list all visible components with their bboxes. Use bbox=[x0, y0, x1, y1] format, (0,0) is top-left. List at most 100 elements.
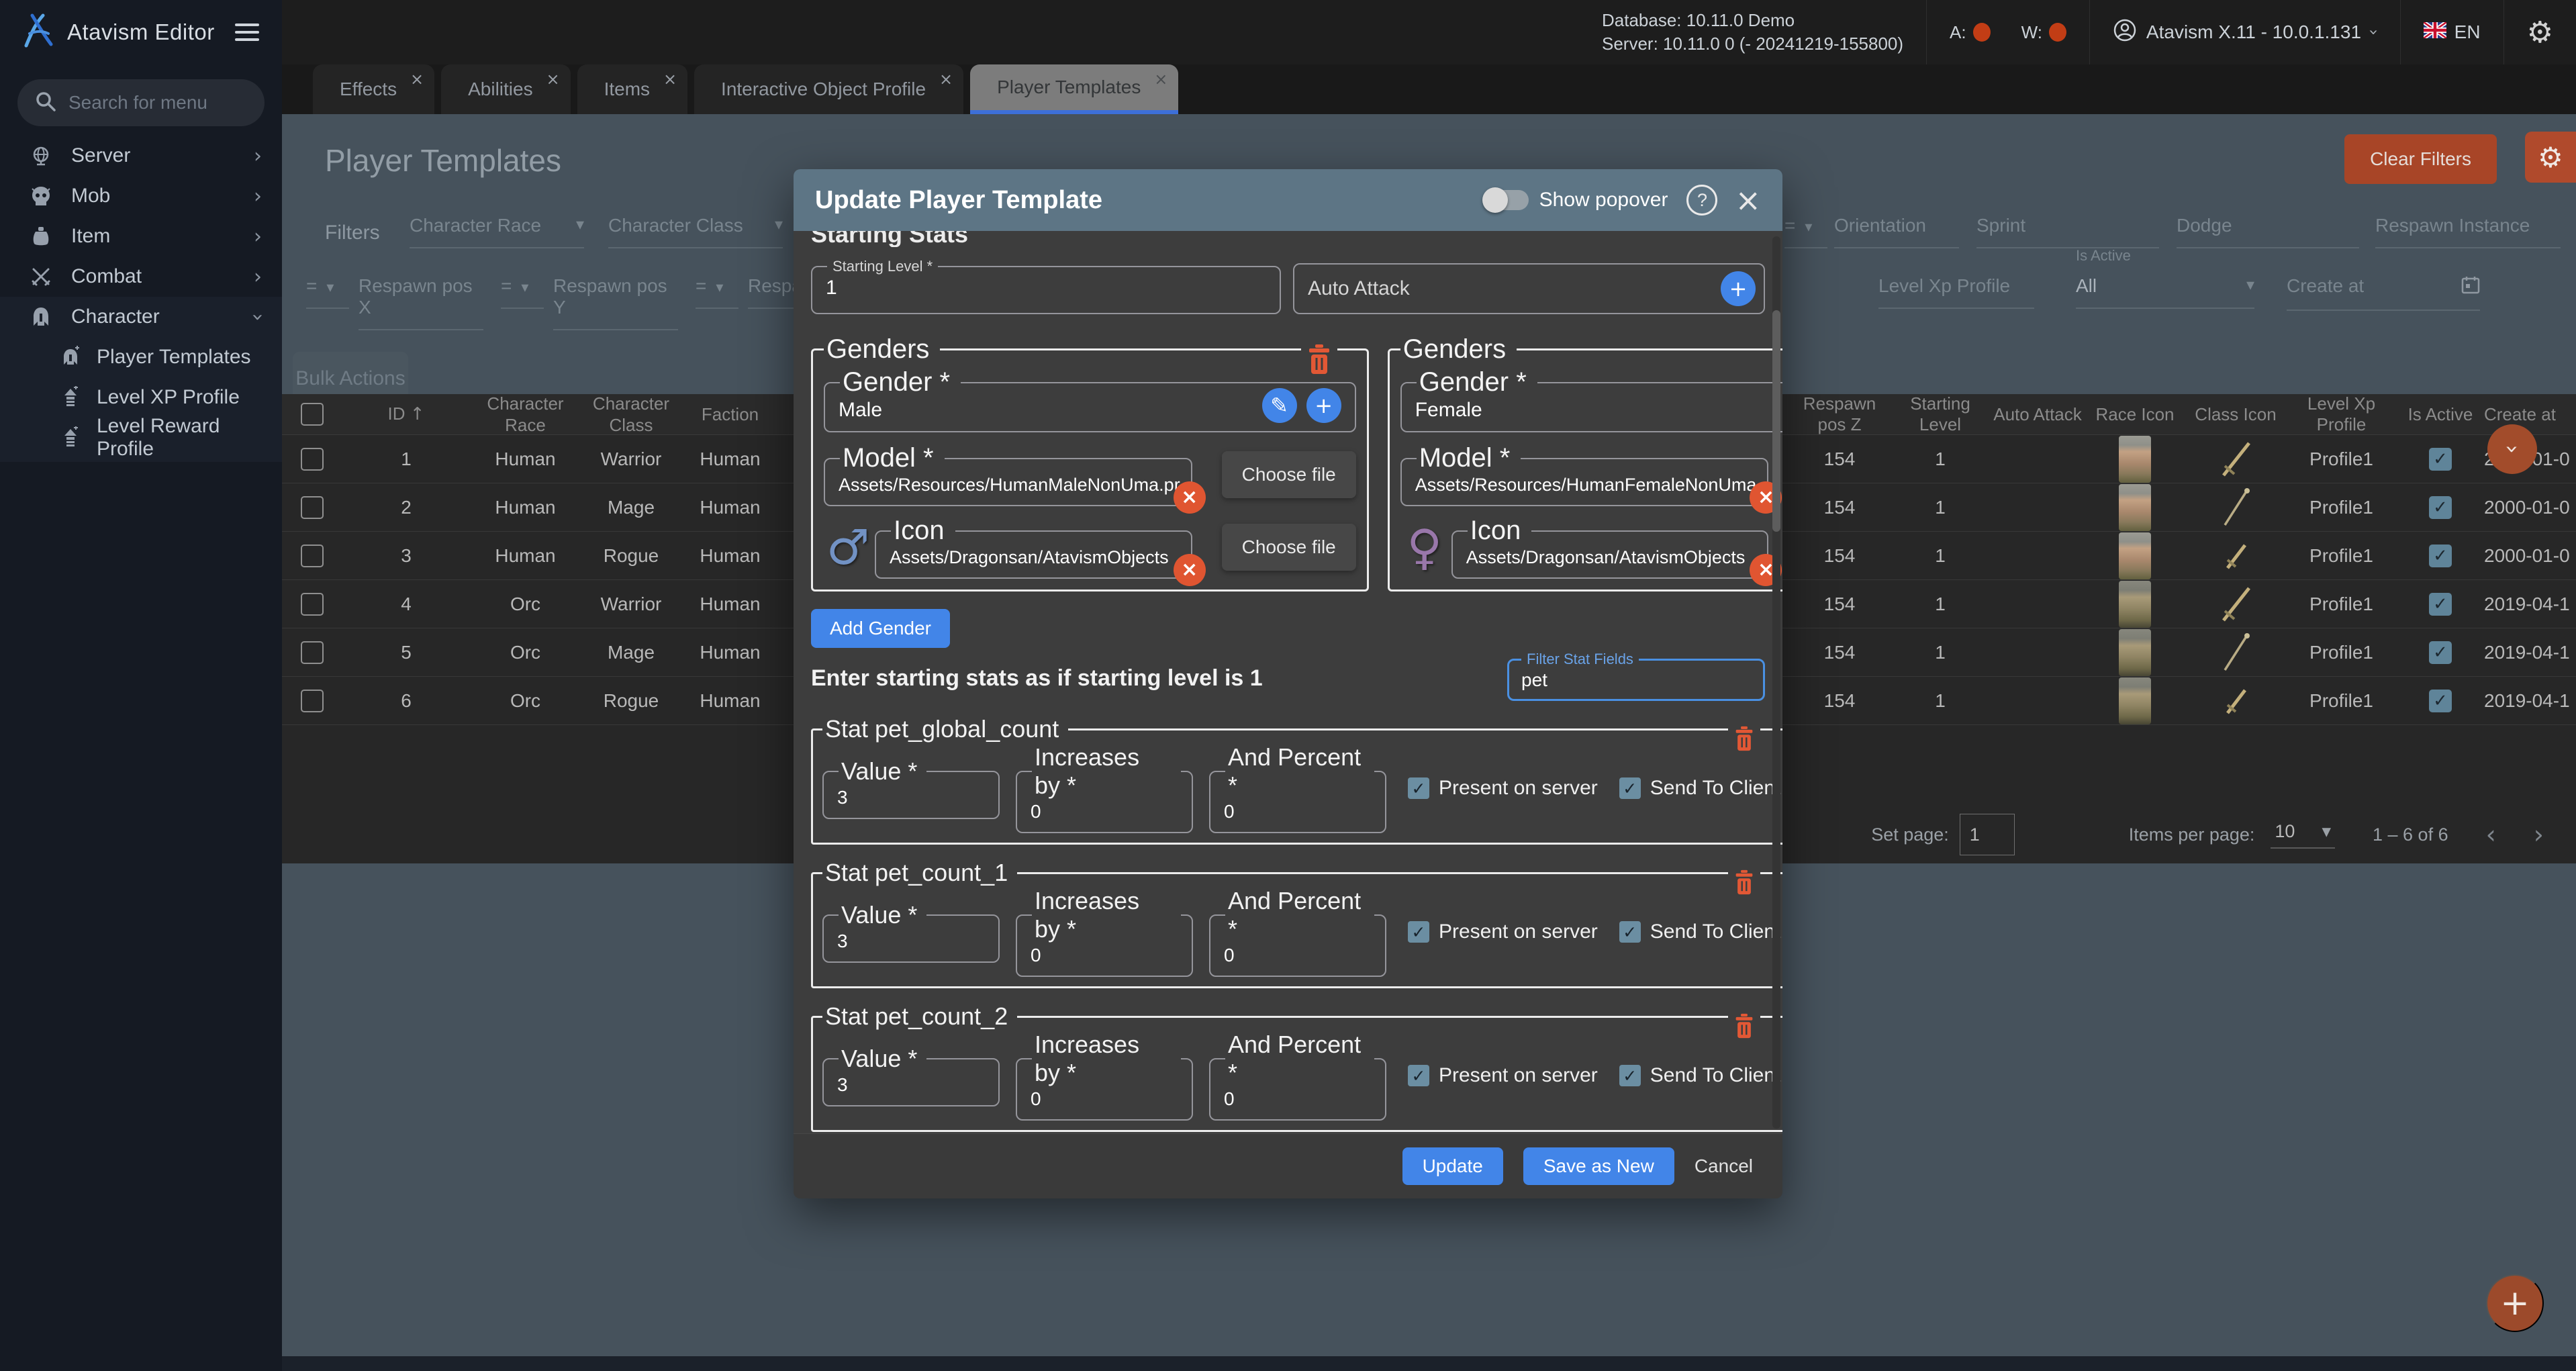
stat-increases-field[interactable]: Increases by *0 bbox=[1016, 1031, 1193, 1121]
sidebar-search[interactable] bbox=[17, 79, 265, 126]
close-icon[interactable]: × bbox=[410, 70, 424, 89]
col-class-icon[interactable]: Class Icon bbox=[2185, 404, 2286, 425]
col-respawn-pos-z[interactable]: Respawn pos Z bbox=[1789, 393, 1890, 435]
add-new-button[interactable]: + bbox=[2486, 1274, 2544, 1332]
row-checkbox[interactable] bbox=[301, 496, 324, 519]
present-on-server-checkbox[interactable]: ✓ bbox=[1408, 777, 1429, 799]
gender-field[interactable]: Gender * Male ✎ + bbox=[824, 367, 1356, 432]
filter-operator[interactable]: =▾ bbox=[501, 275, 544, 309]
filter-respawn-pos-z[interactable]: Respaw bbox=[748, 275, 794, 309]
gender-value[interactable]: Male bbox=[836, 397, 1262, 423]
menu-toggle-icon[interactable] bbox=[235, 19, 259, 46]
gender-field[interactable]: Gender * Female ✎ + bbox=[1400, 367, 1782, 432]
send-to-client-checkbox[interactable]: ✓ bbox=[1619, 777, 1641, 799]
tab-items[interactable]: Items × bbox=[577, 64, 687, 114]
gender-value[interactable]: Female bbox=[1413, 397, 1782, 423]
row-checkbox[interactable] bbox=[301, 593, 324, 616]
row-checkbox[interactable] bbox=[301, 545, 324, 567]
help-icon[interactable]: ? bbox=[1686, 185, 1717, 216]
stat-percent-field[interactable]: And Percent *0 bbox=[1209, 743, 1386, 833]
table-settings-gear-icon[interactable]: ⚙ bbox=[2525, 132, 2576, 183]
filter-respawn-pos-x[interactable]: Respawn pos X bbox=[359, 275, 483, 330]
save-as-new-button[interactable]: Save as New bbox=[1523, 1147, 1674, 1185]
collapse-filters-button[interactable]: › bbox=[2487, 424, 2537, 474]
sidebar-item-character[interactable]: Character › bbox=[0, 297, 282, 337]
present-on-server-checkbox[interactable]: ✓ bbox=[1408, 1065, 1429, 1086]
filter-respawn-pos-y[interactable]: Respawn pos Y bbox=[553, 275, 678, 330]
filter-dodge[interactable]: Dodge bbox=[2177, 215, 2359, 248]
filter-operator[interactable]: =▾ bbox=[696, 275, 738, 309]
send-to-client-checkbox[interactable]: ✓ bbox=[1619, 921, 1641, 943]
clear-filters-button[interactable]: Clear Filters bbox=[2344, 134, 2497, 184]
sidebar-item-level-reward-profile[interactable]: Level Reward Profile bbox=[0, 418, 282, 458]
row-checkbox[interactable] bbox=[301, 448, 324, 471]
modal-close-icon[interactable]: × bbox=[1735, 185, 1761, 216]
col-is-active[interactable]: Is Active bbox=[2397, 404, 2484, 425]
col-level-xp-profile[interactable]: Level Xp Profile bbox=[2286, 393, 2397, 435]
delete-stat-icon[interactable] bbox=[1728, 726, 1760, 755]
filter-level-xp-profile[interactable]: Level Xp Profile bbox=[1878, 275, 2034, 309]
is-active-checkbox[interactable]: ✓ bbox=[2429, 593, 2452, 616]
col-auto-attack[interactable]: Auto Attack bbox=[1991, 404, 2085, 425]
sidebar-item-combat[interactable]: Combat › bbox=[0, 256, 282, 297]
col-race-icon[interactable]: Race Icon bbox=[2085, 404, 2185, 425]
starting-level-field[interactable]: Starting Level * 1 bbox=[811, 258, 1281, 314]
sidebar-item-server[interactable]: Server › bbox=[0, 136, 282, 176]
filter-sprint[interactable]: Sprint bbox=[1976, 215, 2159, 248]
icon-value[interactable]: Assets/Dragonsan/AtavismObjects bbox=[887, 546, 1180, 569]
language-selector[interactable]: EN bbox=[2401, 0, 2503, 64]
items-per-page-select[interactable]: 10 ▾ bbox=[2271, 821, 2335, 849]
tab-effects[interactable]: Effects × bbox=[313, 64, 434, 114]
stat-value-field[interactable]: Value *3 bbox=[822, 757, 1000, 819]
search-input[interactable] bbox=[68, 92, 236, 113]
col-character-race[interactable]: Character Race bbox=[470, 393, 581, 436]
is-active-checkbox[interactable]: ✓ bbox=[2429, 496, 2452, 519]
icon-field[interactable]: Icon Assets/Dragonsan/AtavismObjects × bbox=[1451, 516, 1769, 579]
delete-stat-icon[interactable] bbox=[1728, 1013, 1760, 1042]
version-dropdown[interactable]: Atavism X.11 - 10.0.1.131 › bbox=[2090, 0, 2400, 64]
starting-level-value[interactable]: 1 bbox=[823, 275, 1269, 301]
model-value[interactable]: Assets/Resources/HumanFemaleNonUma bbox=[1413, 473, 1757, 497]
model-field[interactable]: Model * Assets/Resources/HumanFemaleNonU… bbox=[1400, 443, 1769, 506]
filter-operator[interactable]: =▾ bbox=[306, 275, 349, 309]
clear-model-icon[interactable]: × bbox=[1174, 481, 1206, 514]
add-gender-option-button[interactable]: + bbox=[1306, 388, 1341, 423]
filter-create-at[interactable]: Create at bbox=[2287, 275, 2480, 311]
filter-stat-fields-input[interactable] bbox=[1519, 668, 1754, 692]
stat-percent-field[interactable]: And Percent *0 bbox=[1209, 1031, 1386, 1121]
delete-stat-icon[interactable] bbox=[1728, 869, 1760, 898]
show-popover-toggle[interactable] bbox=[1484, 190, 1529, 210]
model-value[interactable]: Assets/Resources/HumanMaleNonUma.pr bbox=[836, 473, 1180, 497]
present-on-server-checkbox[interactable]: ✓ bbox=[1408, 921, 1429, 943]
stat-increases-field[interactable]: Increases by *0 bbox=[1016, 743, 1193, 833]
settings-gear-icon[interactable]: ⚙ bbox=[2527, 15, 2553, 50]
tab-abilities[interactable]: Abilities × bbox=[441, 64, 570, 114]
sidebar-item-player-templates[interactable]: Player Templates bbox=[0, 337, 282, 377]
icon-value[interactable]: Assets/Dragonsan/AtavismObjects bbox=[1464, 546, 1757, 569]
row-checkbox[interactable] bbox=[301, 641, 324, 664]
col-faction[interactable]: Faction bbox=[681, 404, 779, 425]
model-field[interactable]: Model * Assets/Resources/HumanMaleNonUma… bbox=[824, 443, 1192, 506]
close-icon[interactable]: × bbox=[546, 70, 559, 89]
filter-stat-fields[interactable]: Filter Stat Fields bbox=[1507, 651, 1765, 701]
choose-icon-file-button[interactable]: Choose file bbox=[1222, 524, 1356, 571]
col-create-at[interactable]: Create at bbox=[2484, 404, 2576, 425]
is-active-checkbox[interactable]: ✓ bbox=[2429, 641, 2452, 664]
sidebar-item-mob[interactable]: Mob › bbox=[0, 176, 282, 216]
col-starting-level[interactable]: Starting Level bbox=[1890, 393, 1991, 435]
filter-orientation[interactable]: Orientation bbox=[1834, 215, 1959, 248]
auto-attack-add-button[interactable]: + bbox=[1721, 271, 1756, 306]
tab-interactive-object-profile[interactable]: Interactive Object Profile × bbox=[694, 64, 963, 114]
is-active-checkbox[interactable]: ✓ bbox=[2429, 545, 2452, 567]
is-active-checkbox[interactable]: ✓ bbox=[2429, 448, 2452, 471]
stat-value-field[interactable]: Value *3 bbox=[822, 1045, 1000, 1106]
row-checkbox[interactable] bbox=[301, 690, 324, 712]
modal-scrollbar[interactable] bbox=[1772, 236, 1780, 1129]
send-to-client-checkbox[interactable]: ✓ bbox=[1619, 1065, 1641, 1086]
stat-percent-field[interactable]: And Percent *0 bbox=[1209, 887, 1386, 977]
next-page-icon[interactable]: › bbox=[2534, 820, 2544, 849]
filter-character-race[interactable]: Character Race▾ bbox=[410, 215, 584, 248]
col-id[interactable]: ID ↑ bbox=[342, 403, 470, 426]
close-icon[interactable]: × bbox=[939, 70, 953, 89]
update-button[interactable]: Update bbox=[1402, 1147, 1503, 1185]
